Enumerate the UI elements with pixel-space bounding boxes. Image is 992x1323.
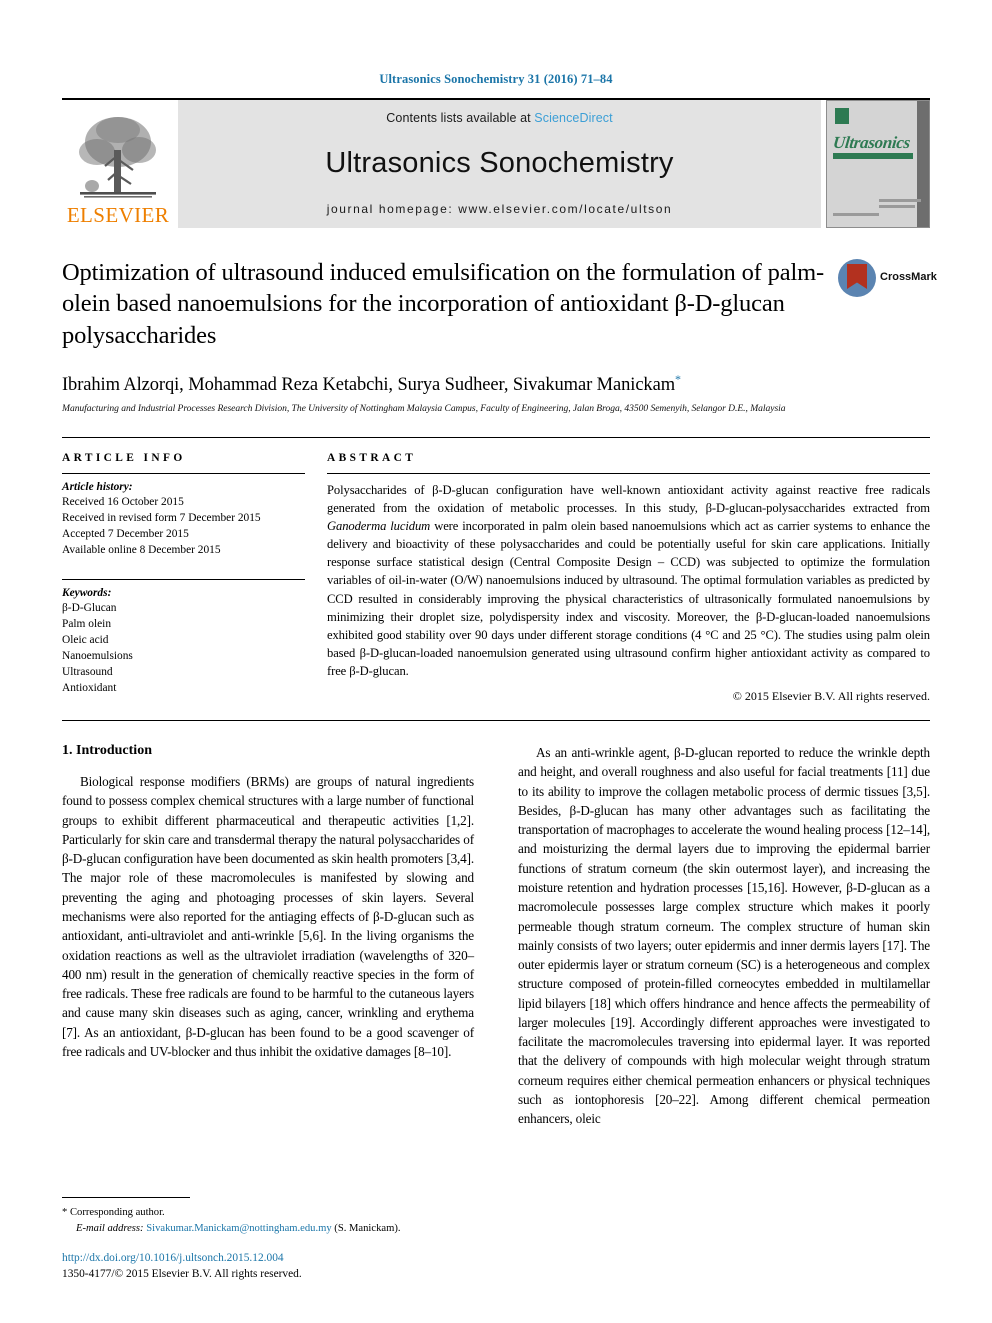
email-label: E-mail address: <box>76 1223 144 1235</box>
elsevier-wordmark: ELSEVIER <box>66 203 170 227</box>
body-column-left: 1. Introduction Biological response modi… <box>62 743 474 1128</box>
email-link[interactable]: Sivakumar.Manickam@nottingham.edu.my <box>146 1223 331 1234</box>
author-names: Ibrahim Alzorqi, Mohammad Reza Ketabchi,… <box>62 375 675 396</box>
keyword-item: Antioxidant <box>62 682 117 695</box>
abstract-heading: ABSTRACT <box>327 451 417 464</box>
body-divider <box>62 720 930 722</box>
cover-journal-script: Ultrasonics <box>832 133 912 152</box>
sciencedirect-link[interactable]: ScienceDirect <box>534 111 612 125</box>
crossmark-badge[interactable]: CrossMark <box>838 259 937 297</box>
keywords-label: Keywords: <box>62 586 112 599</box>
info-divider-keywords <box>62 578 305 580</box>
intro-paragraph-right: As an anti-wrinkle agent, β-D-glucan rep… <box>518 745 930 1127</box>
cover-text-bar-2 <box>879 205 915 208</box>
keyword-item: Ultrasound <box>62 666 113 679</box>
contents-available-line: Contents lists available at ScienceDirec… <box>386 111 612 125</box>
journal-cover-thumbnail: Ultrasonics <box>826 100 930 228</box>
body-columns: 1. Introduction Biological response modi… <box>62 743 930 1128</box>
corresponding-author-text: Corresponding author. <box>69 1207 165 1219</box>
abstract-body: Polysaccharides of β-D-glucan configurat… <box>327 481 930 680</box>
keyword-item: β-D-Glucan <box>62 601 117 614</box>
corresponding-author-note: * Corresponding author. <box>62 1205 474 1221</box>
section-heading-introduction: 1. Introduction <box>62 743 152 759</box>
doi-block: http://dx.doi.org/10.1016/j.ultsonch.201… <box>62 1251 474 1283</box>
cover-publisher-mark-icon <box>835 108 849 124</box>
affiliation: Manufacturing and Industrial Processes R… <box>62 403 786 415</box>
cover-spine <box>917 101 929 227</box>
running-head: Ultrasonics Sonochemistry 31 (2016) 71–8… <box>379 72 613 86</box>
cover-text-bar-1 <box>879 199 921 202</box>
cover-journal-subtitle-bar <box>833 153 913 159</box>
journal-title: Ultrasonics Sonochemistry <box>325 147 674 179</box>
title-area: Optimization of ultrasound induced emuls… <box>62 257 937 353</box>
cover-image: Ultrasonics <box>826 100 930 228</box>
article-info-column: ARTICLE INFO Article history: Received 1… <box>62 452 305 704</box>
crossmark-icon <box>838 259 876 297</box>
intro-paragraph-left: Biological response modifiers (BRMs) are… <box>62 774 474 1059</box>
footnote-divider <box>62 1197 190 1199</box>
email-note: E-mail address: Sivakumar.Manickam@notti… <box>62 1221 474 1237</box>
elsevier-logo: ELSEVIER <box>62 100 174 228</box>
journal-masthead: ELSEVIER Contents lists available at Sci… <box>62 98 930 228</box>
footnote-block: * Corresponding author. E-mail address: … <box>62 1197 474 1283</box>
abstract-part-2: were incorporated in palm olein based na… <box>327 519 930 679</box>
email-owner: (S. Manickam). <box>334 1223 401 1235</box>
history-item: Available online 8 December 2015 <box>62 544 221 557</box>
article-history-label: Article history: <box>62 480 133 493</box>
body-column-right: As an anti-wrinkle agent, β-D-glucan rep… <box>518 743 930 1128</box>
article-page: Ultrasonics Sonochemistry 31 (2016) 71–8… <box>0 0 992 1323</box>
keyword-item: Palm olein <box>62 617 112 630</box>
author-list: Ibrahim Alzorqi, Mohammad Reza Ketabchi,… <box>62 372 930 396</box>
cover-text-bar-3 <box>833 213 879 216</box>
issn-copyright: 1350-4177/© 2015 Elsevier B.V. All right… <box>62 1268 302 1281</box>
doi-link[interactable]: http://dx.doi.org/10.1016/j.ultsonch.201… <box>62 1251 474 1267</box>
keywords-block: Keywords: β-D-Glucan Palm olein Oleic ac… <box>62 578 305 697</box>
info-abstract-section: ARTICLE INFO Article history: Received 1… <box>62 436 930 704</box>
journal-band: Contents lists available at ScienceDirec… <box>178 100 821 228</box>
history-item: Received 16 October 2015 <box>62 495 184 508</box>
article-info-heading: ARTICLE INFO <box>62 451 186 464</box>
abstract-part-1: Polysaccharides of β-D-glucan configurat… <box>327 482 930 515</box>
abstract-column: ABSTRACT Polysaccharides of β-D-glucan c… <box>327 452 930 704</box>
history-item: Accepted 7 December 2015 <box>62 528 189 541</box>
info-divider-top <box>62 472 305 474</box>
keyword-item: Oleic acid <box>62 633 109 646</box>
corresponding-author-star: * <box>62 1207 68 1219</box>
contents-prefix: Contents lists available at <box>386 111 535 125</box>
history-item: Received in revised form 7 December 2015 <box>62 511 261 524</box>
elsevier-tree-icon <box>79 117 156 198</box>
corresponding-author-marker: * <box>674 372 681 386</box>
keyword-item: Nanoemulsions <box>62 650 133 663</box>
abstract-divider <box>327 472 930 474</box>
crossmark-label: CrossMark <box>880 271 937 284</box>
journal-homepage[interactable]: journal homepage: www.elsevier.com/locat… <box>327 202 673 216</box>
page-title: Optimization of ultrasound induced emuls… <box>62 259 825 349</box>
abstract-species-name: Ganoderma lucidum <box>327 519 431 534</box>
abstract-copyright: © 2015 Elsevier B.V. All rights reserved… <box>732 689 930 704</box>
